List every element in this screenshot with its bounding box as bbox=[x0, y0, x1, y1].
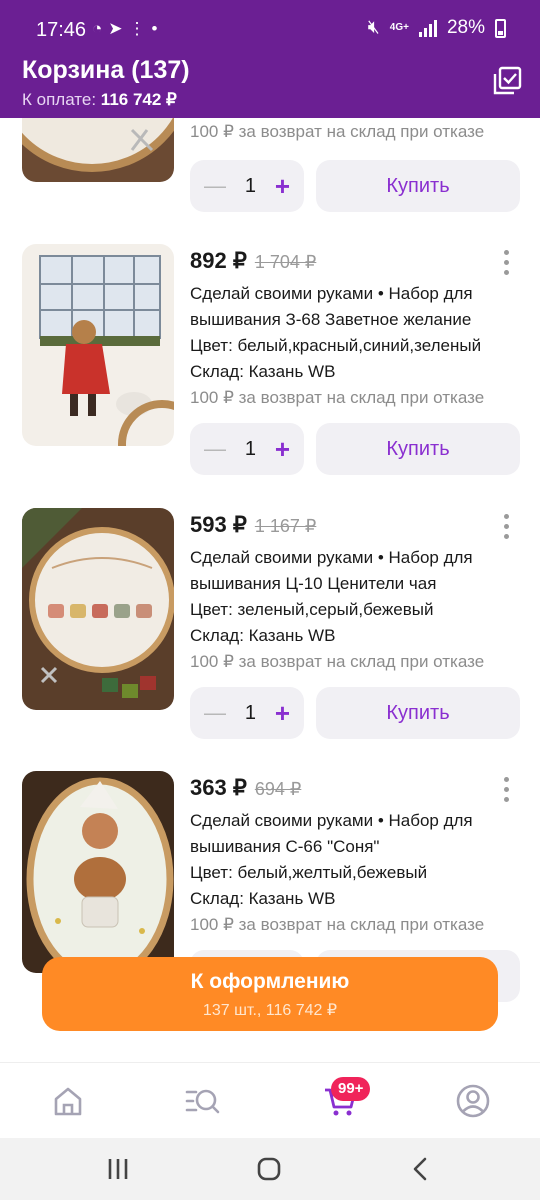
product-title-line2[interactable]: вышивания З-68 Заветное желание bbox=[190, 310, 471, 330]
product-title-line2[interactable]: вышивания Ц-10 Ценители чая bbox=[190, 574, 436, 594]
signal-icon bbox=[418, 19, 437, 37]
system-icons: 🔇︎ 4G+ 28% bbox=[368, 17, 506, 39]
dot-icon: • bbox=[151, 19, 164, 38]
bottom-nav: 99+ bbox=[0, 1062, 540, 1138]
product-color: Цвет: белый,желтый,бежевый bbox=[190, 863, 428, 882]
quantity-value: 1 bbox=[244, 174, 256, 197]
price-row: 593 ₽ 1 167 ₽ bbox=[190, 512, 316, 538]
notification-icons: ◔➤⋮• bbox=[92, 19, 163, 39]
product-warehouse: Склад: Казань WB bbox=[190, 362, 336, 381]
home-icon[interactable] bbox=[50, 1083, 86, 1119]
battery-icon bbox=[495, 18, 506, 38]
payment-label: К оплате: bbox=[22, 90, 97, 109]
more-options-icon[interactable] bbox=[502, 777, 510, 802]
product-warehouse: Склад: Казань WB bbox=[190, 889, 336, 908]
product-warehouse: Склад: Казань WB bbox=[190, 626, 336, 645]
product-image[interactable] bbox=[22, 244, 174, 446]
minus-icon[interactable]: — bbox=[204, 436, 226, 462]
minus-icon[interactable]: — bbox=[204, 700, 226, 726]
plus-icon[interactable]: + bbox=[275, 171, 290, 202]
return-note: 100 ₽ за возврат на склад при отказе bbox=[190, 652, 485, 671]
quantity-stepper: — 1 + bbox=[190, 160, 304, 212]
checkout-summary: 137 шт., 116 742 ₽ bbox=[202, 1002, 338, 1019]
profile-icon[interactable] bbox=[455, 1083, 491, 1119]
current-price: 593 ₽ bbox=[190, 512, 247, 537]
current-price: 363 ₽ bbox=[190, 775, 247, 800]
whatsapp-icon: ◔ bbox=[92, 19, 109, 38]
network-type: 4G+ bbox=[389, 22, 409, 33]
product-color: Цвет: зеленый,серый,бежевый bbox=[190, 600, 434, 619]
home-button-icon[interactable] bbox=[256, 1156, 282, 1182]
payment-summary: К оплате: 116 742 ₽ bbox=[22, 90, 177, 110]
minus-icon[interactable]: — bbox=[204, 173, 226, 199]
product-image[interactable] bbox=[22, 508, 174, 710]
steps-icon: ⋮ bbox=[128, 19, 152, 38]
quantity-stepper: — 1 + bbox=[190, 687, 304, 739]
app-header: 17:46 ◔➤⋮• 🔇︎ 4G+ 28% Корзина (137) К оп… bbox=[0, 0, 540, 118]
status-bar: 17:46 ◔➤⋮• 🔇︎ 4G+ 28% bbox=[0, 0, 540, 58]
quantity-value: 1 bbox=[244, 701, 256, 724]
status-time: 17:46 bbox=[36, 19, 87, 41]
buy-button[interactable]: Купить bbox=[316, 423, 520, 475]
product-title-line1[interactable]: Сделай своими руками • Набор для bbox=[190, 284, 473, 304]
mute-icon: 🔇︎ bbox=[367, 17, 380, 38]
recent-apps-icon[interactable] bbox=[104, 1156, 132, 1182]
plus-icon[interactable]: + bbox=[275, 434, 290, 465]
price-row: 892 ₽ 1 704 ₽ bbox=[190, 248, 316, 274]
old-price: 1 704 ₽ bbox=[254, 252, 317, 272]
system-navigation bbox=[0, 1138, 540, 1200]
plus-icon[interactable]: + bbox=[275, 698, 290, 729]
product-title-line2[interactable]: вышивания С-66 "Соня" bbox=[190, 837, 379, 857]
product-title-line1[interactable]: Сделай своими руками • Набор для bbox=[190, 811, 473, 831]
buy-button[interactable]: Купить bbox=[316, 687, 520, 739]
return-note: 100 ₽ за возврат на склад при отказе bbox=[190, 915, 485, 934]
select-all-icon[interactable] bbox=[492, 66, 522, 96]
return-note: 100 ₽ за возврат на склад при отказе bbox=[190, 388, 485, 407]
product-title-line1[interactable]: Сделай своими руками • Набор для bbox=[190, 548, 473, 568]
cart-screen: 17:46 ◔➤⋮• 🔇︎ 4G+ 28% Корзина (137) К оп… bbox=[0, 0, 540, 1200]
more-options-icon[interactable] bbox=[502, 250, 510, 275]
old-price: 694 ₽ bbox=[254, 779, 302, 799]
return-note: 100 ₽ за возврат на склад при отказе bbox=[190, 122, 485, 141]
product-image[interactable] bbox=[22, 771, 174, 973]
price-row: 363 ₽ 694 ₽ bbox=[190, 775, 301, 801]
cart-badge: 99+ bbox=[331, 1077, 371, 1101]
checkout-button[interactable]: К оформлению 137 шт., 116 742 ₽ bbox=[42, 957, 498, 1031]
quantity-value: 1 bbox=[244, 437, 256, 460]
more-options-icon[interactable] bbox=[502, 514, 510, 539]
telegram-icon: ➤ bbox=[108, 19, 129, 38]
quantity-stepper: — 1 + bbox=[190, 423, 304, 475]
page-title: Корзина (137) bbox=[22, 56, 190, 84]
back-icon[interactable] bbox=[408, 1156, 432, 1182]
current-price: 892 ₽ bbox=[190, 248, 247, 273]
buy-button[interactable]: Купить bbox=[316, 160, 520, 212]
catalog-search-icon[interactable] bbox=[184, 1083, 220, 1119]
product-color: Цвет: белый,красный,синий,зеленый bbox=[190, 336, 482, 355]
battery-percent: 28% bbox=[446, 17, 485, 38]
checkout-label: К оформлению bbox=[190, 970, 350, 993]
old-price: 1 167 ₽ bbox=[254, 516, 317, 536]
payment-value: 116 742 ₽ bbox=[100, 90, 177, 109]
